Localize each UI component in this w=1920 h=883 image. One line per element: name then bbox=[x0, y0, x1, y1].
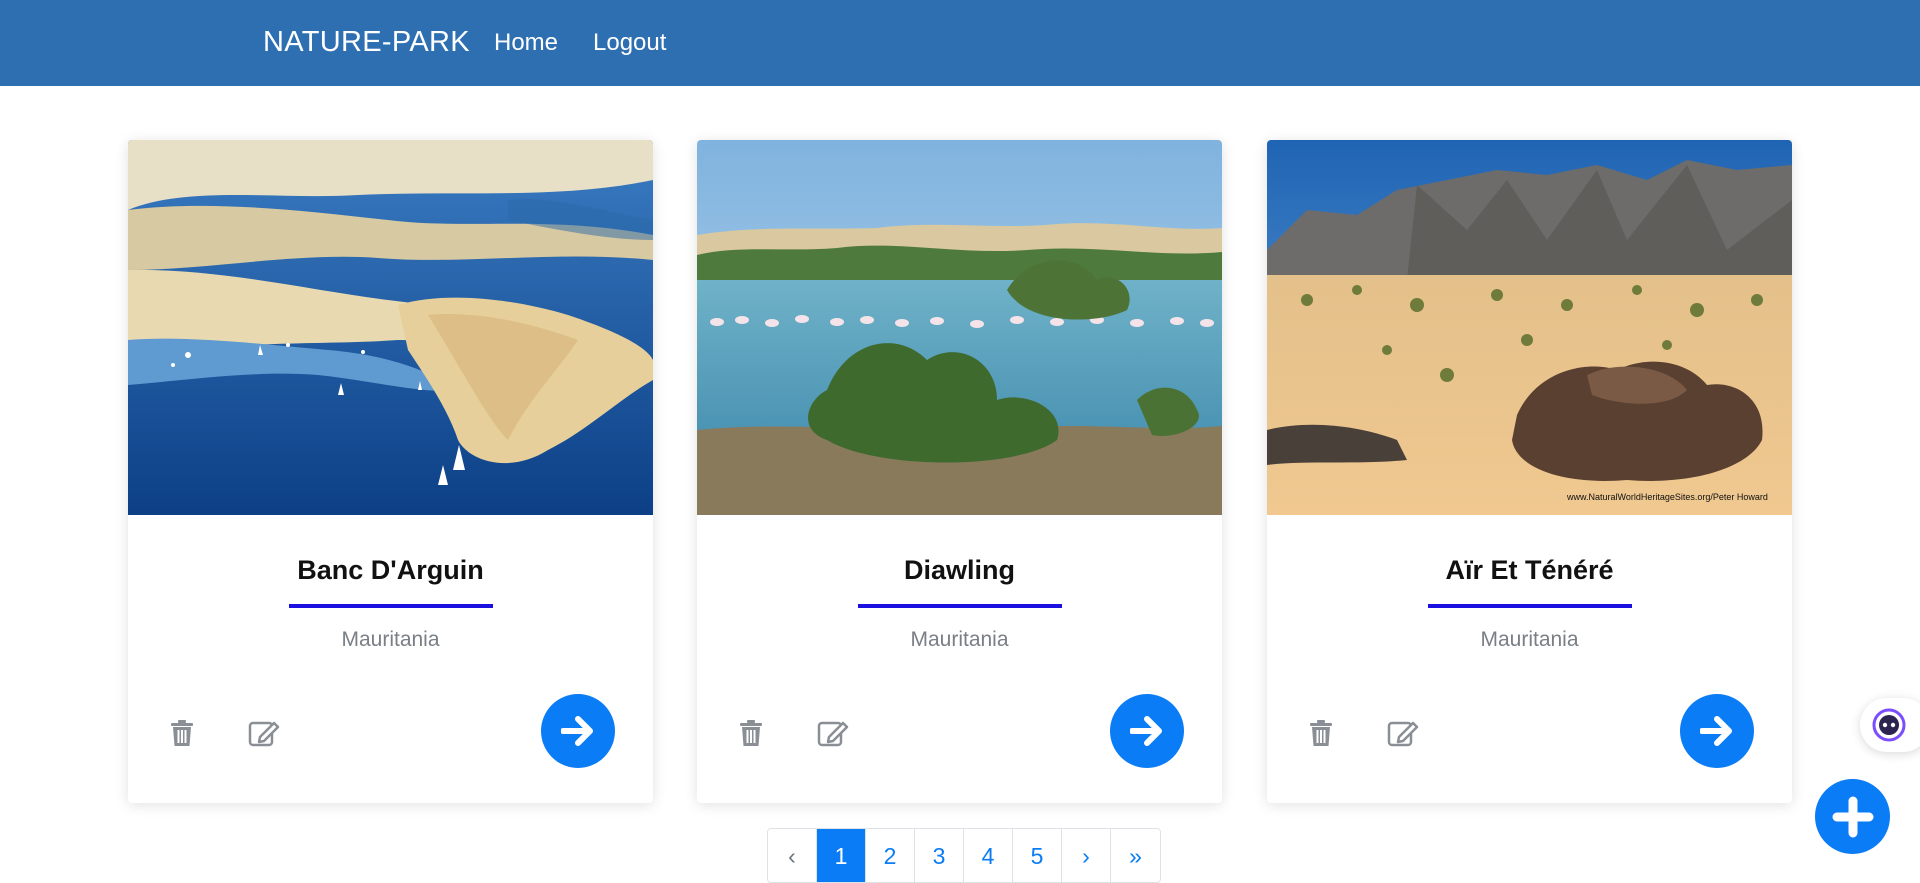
page-2[interactable]: 2 bbox=[866, 829, 915, 882]
open-park-button[interactable] bbox=[1680, 694, 1754, 768]
navbar: NATURE-PARK Home Logout bbox=[0, 0, 1920, 86]
assistant-widget[interactable] bbox=[1860, 698, 1920, 752]
trash-icon bbox=[1310, 720, 1332, 746]
add-park-button[interactable] bbox=[1815, 779, 1890, 854]
park-country: Mauritania bbox=[1480, 628, 1579, 651]
nav-link-home[interactable]: Home bbox=[494, 29, 558, 57]
page-prev[interactable]: ‹ bbox=[768, 829, 817, 882]
open-park-button[interactable] bbox=[541, 694, 615, 768]
park-country: Mauritania bbox=[910, 628, 1009, 651]
edit-button[interactable] bbox=[1385, 715, 1421, 751]
edit-icon bbox=[248, 721, 280, 747]
delete-button[interactable] bbox=[1303, 715, 1339, 751]
page-next[interactable]: › bbox=[1062, 829, 1111, 882]
delete-button[interactable] bbox=[733, 715, 769, 751]
edit-icon bbox=[1387, 721, 1419, 747]
park-title: Aïr Et Ténéré bbox=[1445, 555, 1614, 585]
brand-logo[interactable]: NATURE-PARK bbox=[263, 26, 470, 59]
page-3[interactable]: 3 bbox=[915, 829, 964, 882]
arrow-right-icon bbox=[1130, 716, 1162, 746]
edit-icon bbox=[817, 721, 849, 747]
edit-button[interactable] bbox=[815, 715, 851, 751]
page-1[interactable]: 1 bbox=[817, 829, 866, 882]
park-title: Banc D'Arguin bbox=[297, 555, 484, 585]
park-image: www.NaturalWorldHeritageSites.org/Peter … bbox=[1267, 140, 1792, 515]
image-credit: www.NaturalWorldHeritageSites.org/Peter … bbox=[1566, 492, 1768, 502]
arrow-right-icon bbox=[1700, 716, 1732, 746]
nav-link-logout[interactable]: Logout bbox=[593, 29, 666, 57]
park-card: Diawling Mauritania bbox=[697, 140, 1222, 803]
title-underline bbox=[1428, 604, 1632, 608]
park-title: Diawling bbox=[903, 555, 1015, 585]
park-card: www.NaturalWorldHeritageSites.org/Peter … bbox=[1267, 140, 1792, 803]
park-card: Banc D'Arguin Mauritania bbox=[128, 140, 653, 803]
title-underline bbox=[289, 604, 493, 608]
trash-icon bbox=[171, 720, 193, 746]
park-image bbox=[128, 140, 653, 515]
park-image bbox=[697, 140, 1222, 515]
title-underline bbox=[858, 604, 1062, 608]
open-park-button[interactable] bbox=[1110, 694, 1184, 768]
plus-icon bbox=[1832, 796, 1873, 837]
arrow-right-icon bbox=[561, 716, 593, 746]
page-4[interactable]: 4 bbox=[964, 829, 1013, 882]
page-last[interactable]: » bbox=[1111, 829, 1160, 882]
park-country: Mauritania bbox=[341, 628, 440, 651]
page-5[interactable]: 5 bbox=[1013, 829, 1062, 882]
delete-button[interactable] bbox=[164, 715, 200, 751]
edit-button[interactable] bbox=[246, 715, 282, 751]
assistant-bot-icon bbox=[1872, 708, 1906, 742]
pagination: ‹ 1 2 3 4 5 › » bbox=[767, 828, 1161, 883]
trash-icon bbox=[740, 720, 762, 746]
